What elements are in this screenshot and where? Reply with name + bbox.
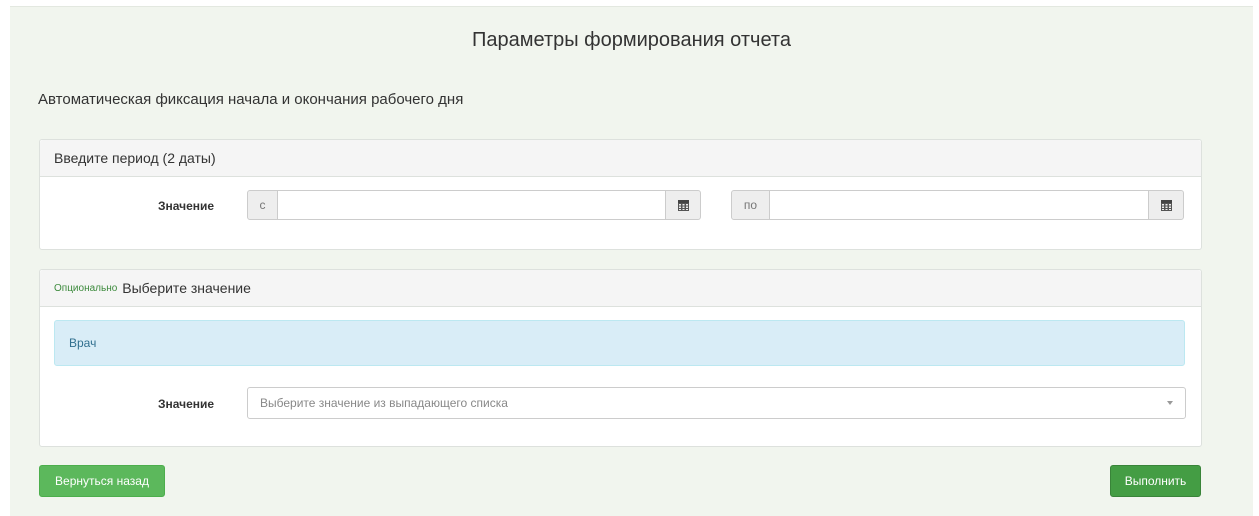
- doctor-label: Врач: [69, 336, 97, 350]
- from-prefix: с: [247, 190, 278, 220]
- period-panel-title: Введите период (2 даты): [54, 150, 216, 166]
- calendar-icon: [677, 199, 689, 211]
- date-from-calendar-button[interactable]: [665, 190, 701, 220]
- date-to-input[interactable]: [770, 190, 1148, 220]
- calendar-icon: [1160, 199, 1172, 211]
- date-from-input[interactable]: [278, 190, 665, 220]
- to-prefix: по: [731, 190, 770, 220]
- select-panel-heading: Опционально Выберите значение: [40, 270, 1201, 307]
- doctor-select-panel: Опционально Выберите значение Врач Значе…: [39, 269, 1202, 447]
- optional-tag: Опционально: [54, 282, 118, 294]
- back-button[interactable]: Вернуться назад: [39, 465, 165, 497]
- period-panel-heading: Введите период (2 даты): [40, 140, 1201, 177]
- doctor-select[interactable]: Выберите значение из выпадающего списка: [247, 387, 1186, 419]
- select-placeholder: Выберите значение из выпадающего списка: [260, 396, 508, 410]
- period-field-label: Значение: [158, 199, 215, 213]
- doctor-info-box: Врач: [54, 320, 1185, 366]
- date-to-calendar-button[interactable]: [1148, 190, 1184, 220]
- period-panel: Введите период (2 даты) Значение с по: [39, 139, 1202, 250]
- select-field-label: Значение: [158, 397, 215, 411]
- page-title: Параметры формирования отчета: [472, 29, 791, 51]
- run-button[interactable]: Выполнить: [1110, 465, 1201, 497]
- caret-down-icon: [1167, 401, 1173, 405]
- select-panel-title: Выберите значение: [122, 280, 251, 296]
- report-params-page: Параметры формирования отчета Автоматиче…: [10, 6, 1253, 516]
- report-name: Автоматическая фиксация начала и окончан…: [38, 91, 464, 108]
